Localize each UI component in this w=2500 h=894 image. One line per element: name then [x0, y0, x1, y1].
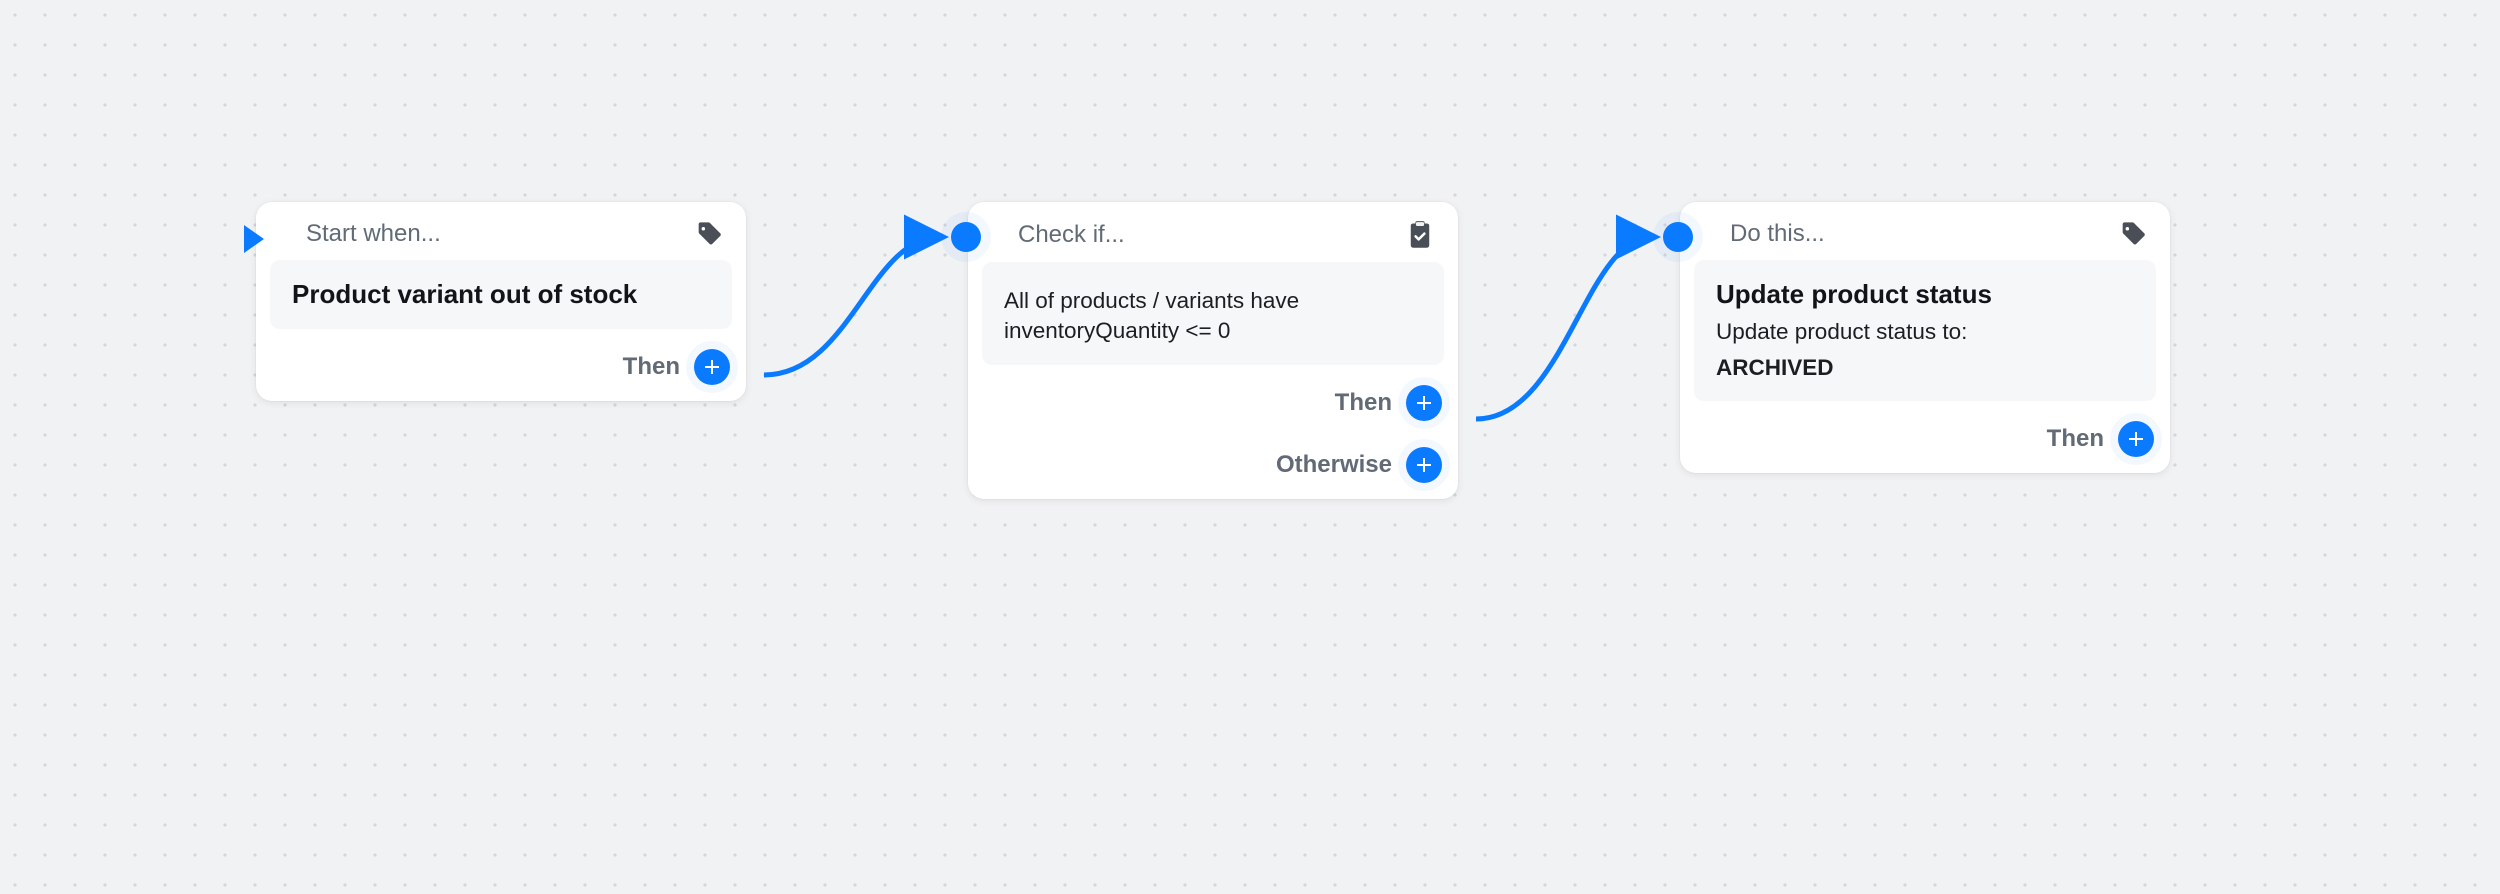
- node-body: Product variant out of stock: [270, 260, 732, 329]
- tag-icon: [2118, 220, 2146, 248]
- workflow-canvas[interactable]: Start when... Product variant out of sto…: [0, 0, 2500, 894]
- tag-icon: [694, 220, 722, 248]
- node-header: Check if...: [968, 202, 1458, 262]
- node-header: Start when...: [256, 202, 746, 260]
- node-body-title: Product variant out of stock: [292, 278, 710, 311]
- add-step-button[interactable]: [2118, 421, 2154, 457]
- action-label-then: Then: [1335, 389, 1392, 417]
- action-label-then: Then: [2047, 425, 2104, 453]
- node-body: Update product status Update product sta…: [1694, 260, 2156, 401]
- node-header-label: Check if...: [1018, 221, 1392, 249]
- action-label-otherwise: Otherwise: [1276, 451, 1392, 479]
- node-body-value: ARCHIVED: [1716, 353, 2134, 383]
- action-row-then: Then: [1680, 415, 2170, 473]
- node-start[interactable]: Start when... Product variant out of sto…: [256, 202, 746, 401]
- node-body-title: Update product status: [1716, 278, 2134, 311]
- node-action[interactable]: Do this... Update product status Update …: [1680, 202, 2170, 473]
- play-start-icon: [242, 223, 268, 260]
- clipboard-check-icon: [1406, 220, 1434, 250]
- action-row-then: Then: [256, 343, 746, 401]
- node-body: All of products / variants have inventor…: [982, 262, 1444, 365]
- add-step-button[interactable]: [1406, 385, 1442, 421]
- action-label-then: Then: [623, 353, 680, 381]
- action-row-then: Then: [968, 379, 1458, 437]
- node-header-label: Start when...: [306, 220, 680, 248]
- action-row-otherwise: Otherwise: [968, 437, 1458, 499]
- add-step-button[interactable]: [1406, 447, 1442, 483]
- node-header: Do this...: [1680, 202, 2170, 260]
- input-port[interactable]: [951, 222, 981, 252]
- node-check[interactable]: Check if... All of products / variants h…: [968, 202, 1458, 499]
- input-port[interactable]: [1663, 222, 1693, 252]
- node-body-text: All of products / variants have inventor…: [1004, 286, 1422, 347]
- node-header-label: Do this...: [1730, 220, 2104, 248]
- node-body-subtitle: Update product status to:: [1716, 317, 2134, 347]
- add-step-button[interactable]: [694, 349, 730, 385]
